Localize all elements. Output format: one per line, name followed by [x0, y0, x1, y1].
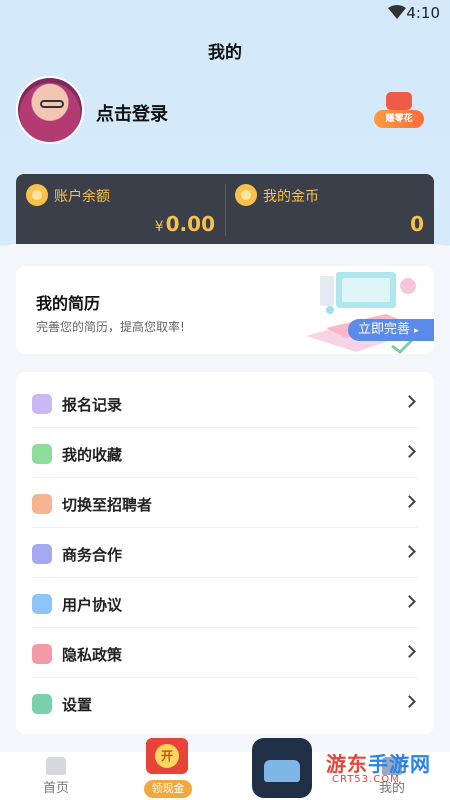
reward-badge[interactable]: 赚零花 [372, 92, 426, 130]
account-balance-value: ¥0.00 [155, 212, 215, 236]
resume-subtitle: 完善您的简历，提高您取率! [36, 320, 185, 334]
tab-home[interactable]: 首页 [26, 752, 86, 800]
page-title: 我的 [208, 43, 242, 63]
coin-balance-value: 0 [410, 212, 424, 236]
switch-recruiter-icon [32, 494, 52, 514]
status-time: 4:10 [406, 4, 440, 22]
tab-home-label: 首页 [42, 781, 69, 796]
menu-item-label: 商务合作 [62, 546, 123, 564]
document-icon [32, 594, 52, 614]
chevron-right-icon [403, 495, 416, 508]
avatar[interactable] [16, 76, 84, 144]
watermark-title-a: 游东 [326, 752, 368, 776]
resume-title: 我的简历 [36, 294, 101, 313]
menu-item-favorites[interactable]: 我的收藏 [16, 428, 434, 478]
account-balance-label: 账户余额 [54, 189, 110, 205]
resume-card[interactable]: 我的简历 完善您的简历，提高您取率! 立即完善 ▸ [16, 266, 434, 354]
currency-symbol: ¥ [154, 219, 164, 235]
play-arrow-icon: ▸ [414, 326, 419, 336]
watermark-title: 游东手游网 [326, 748, 431, 777]
menu-item-user-agreement[interactable]: 用户协议 [16, 578, 434, 628]
balance-card: 账户余额 ¥0.00 我的金币 0 [16, 174, 434, 246]
menu-item-label: 用户协议 [62, 596, 123, 614]
menu-item-switch-recruiter[interactable]: 切换至招聘者 [16, 478, 434, 528]
open-coin: 开 [155, 744, 179, 768]
signup-record-icon [32, 394, 52, 414]
car-icon [264, 760, 300, 782]
account-balance[interactable]: 账户余额 ¥0.00 [16, 174, 225, 246]
menu-item-settings[interactable]: 设置 [16, 678, 434, 728]
coin-balance[interactable]: 我的金币 0 [225, 174, 434, 246]
heart-icon [32, 444, 52, 464]
complete-resume-button[interactable]: 立即完善 ▸ [348, 319, 434, 341]
chevron-right-icon [403, 395, 416, 408]
menu-item-label: 隐私政策 [62, 646, 123, 664]
chevron-right-icon [403, 545, 416, 558]
menu-item-label: 报名记录 [62, 396, 123, 414]
gift-icon [386, 92, 412, 110]
menu-item-label: 我的收藏 [62, 446, 123, 464]
chevron-right-icon [403, 445, 416, 458]
handshake-icon [32, 544, 52, 564]
privacy-icon [32, 644, 52, 664]
menu-item-business[interactable]: 商务合作 [16, 528, 434, 578]
complete-resume-label: 立即完善 [358, 322, 411, 337]
status-bar: 4:10 [0, 0, 450, 26]
account-balance-amount: 0.00 [165, 212, 215, 236]
menu-item-privacy[interactable]: 隐私政策 [16, 628, 434, 678]
watermark-title-b: 手游网 [368, 752, 431, 776]
watermark: 游东手游网 CRT53.COM [312, 748, 446, 792]
avatar-glasses [40, 100, 64, 108]
claim-cash-button[interactable]: 开 领现金 [134, 738, 198, 798]
watermark-domain: CRT53.COM [332, 774, 400, 785]
menu-item-signup-record[interactable]: 报名记录 [16, 378, 434, 428]
watermark-app-icon [252, 738, 312, 798]
wallet-icon [26, 184, 48, 206]
menu-item-label: 设置 [62, 696, 93, 714]
chevron-right-icon [403, 595, 416, 608]
gear-icon [32, 694, 52, 714]
claim-cash-label: 领现金 [144, 780, 192, 798]
chevron-right-icon [403, 645, 416, 658]
home-icon [46, 757, 66, 775]
chevron-right-icon [403, 695, 416, 708]
menu-card: 报名记录 我的收藏 切换至招聘者 商务合作 用户协议 隐私政策 设置 [16, 372, 434, 734]
menu-item-label: 切换至招聘者 [62, 496, 153, 514]
coin-balance-label: 我的金币 [263, 189, 319, 205]
login-prompt[interactable]: 点击登录 [96, 100, 168, 126]
wifi-icon [388, 5, 406, 19]
coin-icon [235, 184, 257, 206]
reward-badge-label: 赚零花 [374, 110, 424, 128]
